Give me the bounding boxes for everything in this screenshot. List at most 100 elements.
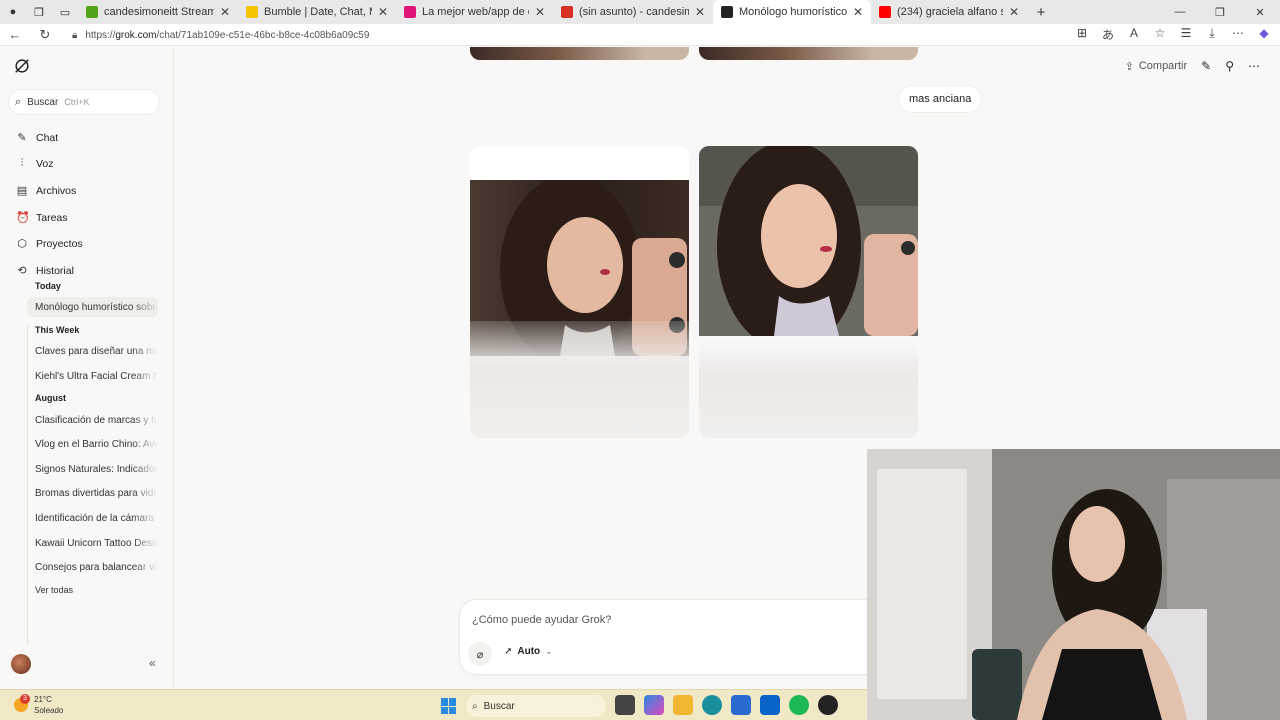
generated-image-2[interactable] xyxy=(699,146,918,438)
mode-selector[interactable]: ➚ Auto ⌄ xyxy=(504,646,553,657)
windows-start-icon[interactable] xyxy=(441,698,457,714)
tab-title: (sin asunto) - candesimoneit@gm xyxy=(579,6,689,18)
mode-label: Auto xyxy=(517,646,541,657)
close-window-icon[interactable]: ✕ xyxy=(1240,0,1280,24)
collapse-sidebar-icon[interactable]: « xyxy=(149,656,156,670)
browser-tab-bar: ● ❐ ▭ candesimoneitt Stream - Watch L✕Bu… xyxy=(0,0,1280,24)
weather-widget[interactable]: 3 21°C Soleado xyxy=(14,694,63,716)
history-icon: ⟲ xyxy=(17,265,27,277)
close-tab-icon[interactable]: ✕ xyxy=(220,5,230,19)
browser-tab[interactable]: La mejor web/app de citas gratis ✕ xyxy=(396,0,553,24)
new-chat-icon[interactable]: ✎ xyxy=(1201,59,1211,73)
new-tab-button[interactable]: + xyxy=(1027,4,1055,21)
edge-icon[interactable] xyxy=(702,695,722,715)
task-view-icon[interactable] xyxy=(615,695,635,715)
avatar[interactable] xyxy=(11,654,31,674)
history-item[interactable]: Vlog en el Barrio Chino: Aven xyxy=(27,434,158,454)
copilot-app-icon[interactable] xyxy=(644,695,664,715)
tab-title: (234) graciela alfano sin dentadur xyxy=(897,6,1003,18)
sidebar-item-proyectos[interactable]: ⬡ Proyectos xyxy=(16,237,83,251)
user-message: mas anciana xyxy=(899,86,982,112)
previous-image-2[interactable] xyxy=(699,47,918,60)
history-item[interactable]: Monólogo humorístico sobre un xyxy=(27,297,158,317)
restore-icon[interactable]: ❐ xyxy=(1200,0,1240,24)
search-label: Buscar xyxy=(27,96,59,108)
apps-icon[interactable]: ⊞ xyxy=(1074,26,1090,43)
portrait-photo-2 xyxy=(699,146,918,336)
files-icon: ▤ xyxy=(16,185,28,197)
taskbar-search-label: Buscar xyxy=(483,700,515,712)
read-aloud-icon[interactable]: A xyxy=(1126,26,1142,43)
browser-tab[interactable]: Monólogo humorístico sobre un ✕ xyxy=(713,0,871,24)
sidebar-item-tareas[interactable]: ⏰ Tareas xyxy=(16,211,68,225)
browser-tab[interactable]: Bumble | Date, Chat, Meet New P ✕ xyxy=(238,0,396,24)
outlook-icon[interactable] xyxy=(760,695,780,715)
close-tab-icon[interactable]: ✕ xyxy=(1009,5,1019,19)
store-icon[interactable] xyxy=(731,695,751,715)
history-item[interactable]: Signos Naturales: Indicadores xyxy=(27,459,158,479)
weather-desc: Soleado xyxy=(34,706,64,715)
browser-tab[interactable]: candesimoneitt Stream - Watch L ✕ xyxy=(78,0,238,24)
favorite-star-icon[interactable]: ☆ xyxy=(1152,26,1168,43)
workspaces-icon[interactable]: ❐ xyxy=(26,0,52,24)
file-explorer-icon[interactable] xyxy=(673,695,693,715)
attach-icon[interactable]: ⌀ xyxy=(468,642,492,666)
see-all-history-link[interactable]: Ver todas xyxy=(27,580,158,600)
windows-taskbar: 3 21°C Soleado ⌕ Buscar xyxy=(0,689,867,720)
browser-tab[interactable]: (sin asunto) - candesimoneit@gm ✕ xyxy=(553,0,713,24)
pin-icon[interactable]: ⚲ xyxy=(1225,59,1234,73)
tab-title: Bumble | Date, Chat, Meet New P xyxy=(264,6,372,18)
history-item[interactable]: Bromas divertidas para videos xyxy=(27,483,158,503)
browser-tab[interactable]: (234) graciela alfano sin dentadur ✕ xyxy=(871,0,1027,24)
site-info-icon[interactable]: 🔒︎ xyxy=(72,30,77,41)
tab-favicon-icon xyxy=(561,6,573,18)
message-composer[interactable]: ¿Cómo puede ayudar Grok? ⌀ ➚ Auto ⌄ xyxy=(460,600,880,674)
sidebar-item-voz[interactable]: ⫶ Voz xyxy=(16,157,54,170)
history-item[interactable]: Kawaii Unicorn Tattoo Design xyxy=(27,533,158,553)
close-tab-icon[interactable]: ✕ xyxy=(378,5,388,19)
tab-favicon-icon xyxy=(879,6,891,18)
copilot-icon[interactable]: ◆ xyxy=(1256,26,1272,43)
profile-icon[interactable]: ● xyxy=(0,0,26,24)
spotify-icon[interactable] xyxy=(789,695,809,715)
tab-title: La mejor web/app de citas gratis xyxy=(422,6,529,18)
close-tab-icon[interactable]: ✕ xyxy=(695,5,705,19)
favorites-icon[interactable]: ☰ xyxy=(1178,26,1194,43)
sidebar-item-label: Tareas xyxy=(36,211,68,224)
close-tab-icon[interactable]: ✕ xyxy=(853,5,863,19)
share-button[interactable]: ⇪ Compartir xyxy=(1125,60,1188,73)
previous-image-1[interactable] xyxy=(470,47,689,60)
extensions-icon[interactable]: ⋯ xyxy=(1230,26,1246,43)
search-shortcut: Ctrl+K xyxy=(64,97,90,107)
history-group-august: August xyxy=(35,393,66,403)
sidebar: ⌕ Buscar Ctrl+K ✎ Chat ⫶ Voz ▤ Archivos ⏰ Tarea… xyxy=(0,47,174,689)
minimize-icon[interactable]: — xyxy=(1160,0,1200,24)
history-item[interactable]: Consejos para balancear vid xyxy=(27,557,158,577)
sidebar-search[interactable]: ⌕ Buscar Ctrl+K xyxy=(9,90,159,114)
taskbar-search[interactable]: ⌕ Buscar xyxy=(466,695,606,717)
sidebar-item-archivos[interactable]: ▤ Archivos xyxy=(16,184,76,198)
composer-input[interactable]: ¿Cómo puede ayudar Grok? xyxy=(472,614,611,626)
more-options-icon[interactable]: ⋯ xyxy=(1248,59,1260,73)
back-icon[interactable]: ← xyxy=(0,27,30,42)
history-item[interactable]: Clasificación de marcas y tipos xyxy=(27,410,158,430)
sun-icon: 3 xyxy=(14,694,30,712)
close-tab-icon[interactable]: ✕ xyxy=(535,5,545,19)
translate-icon[interactable]: あ xyxy=(1100,26,1116,43)
sidebar-item-chat[interactable]: ✎ Chat xyxy=(16,131,59,145)
sidebar-item-historial[interactable]: ⟲ Historial xyxy=(16,264,74,278)
url-field[interactable]: 🔒︎ https://grok.com/chat/71ab109e-c51e-4… xyxy=(72,25,1162,45)
address-bar-actions: ⊞ あ A ☆ ☰ ⤓ ⋯ ◆ xyxy=(1074,26,1272,43)
tab-actions-icon[interactable]: ▭ xyxy=(52,0,78,24)
tab-favicon-icon xyxy=(246,6,258,18)
history-item[interactable]: Claves para diseñar una marca xyxy=(27,341,158,361)
history-item[interactable]: Identificación de la cámara de xyxy=(27,508,158,528)
downloads-icon[interactable]: ⤓ xyxy=(1204,26,1220,43)
obs-icon[interactable] xyxy=(818,695,838,715)
generated-image-1[interactable] xyxy=(470,146,689,438)
reload-icon[interactable]: ↻ xyxy=(30,27,60,43)
history-item[interactable]: Kiehl's Ultra Facial Cream N xyxy=(27,366,158,386)
sidebar-item-label: Chat xyxy=(36,131,59,144)
webcam-overlay xyxy=(867,449,1280,720)
grok-logo-icon[interactable] xyxy=(13,57,31,75)
